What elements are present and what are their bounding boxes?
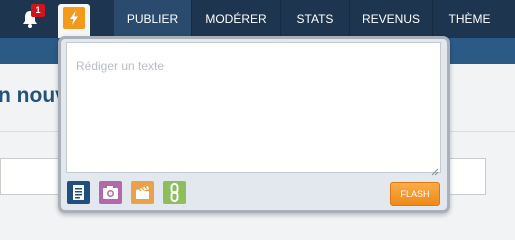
composer-textarea[interactable]: Rédiger un texte <box>66 42 441 176</box>
flash-submit-button[interactable]: FLASH <box>390 182 440 206</box>
lightning-icon <box>63 7 85 29</box>
top-navigation-bar: 1 PUBLIER MODÉRER STATS REVENUS THÈME <box>0 0 515 38</box>
nav-item-revenus[interactable]: REVENUS <box>350 0 432 38</box>
nav-item-moderer[interactable]: MODÉRER <box>192 0 280 38</box>
composer-placeholder: Rédiger un texte <box>76 59 165 73</box>
document-icon[interactable] <box>67 181 90 204</box>
nav-item-stats[interactable]: STATS <box>281 0 349 38</box>
nav-item-publier[interactable]: PUBLIER <box>114 0 191 38</box>
notification-count-badge: 1 <box>31 4 45 17</box>
nav-item-theme[interactable]: THÈME <box>433 0 506 38</box>
page-heading: n nouv <box>0 84 67 107</box>
resize-handle-icon[interactable] <box>431 163 439 176</box>
camera-icon[interactable] <box>99 181 122 204</box>
flash-tab[interactable] <box>58 4 90 38</box>
flash-composer-popup: Rédiger un texte FLASH <box>58 36 450 213</box>
link-icon[interactable] <box>163 181 186 204</box>
video-icon[interactable] <box>131 181 154 204</box>
